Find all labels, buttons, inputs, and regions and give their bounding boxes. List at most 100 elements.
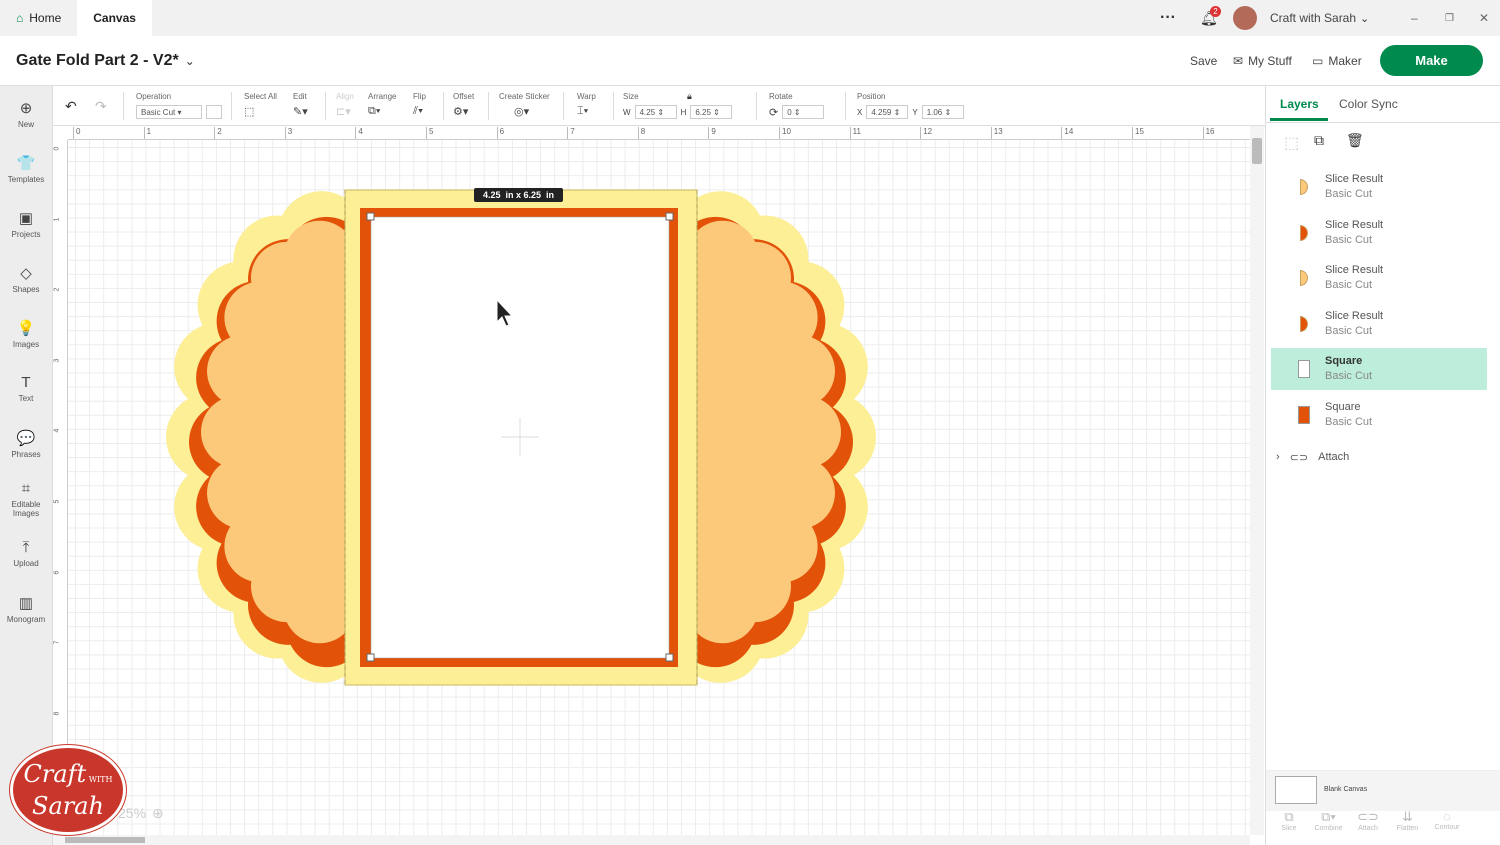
combine-button[interactable]: ⧉▾ Combine xyxy=(1309,809,1349,832)
ruler-tick-label: 13 xyxy=(990,127,1003,139)
create-sticker-button[interactable]: ◎▾ xyxy=(499,105,550,118)
flatten-button[interactable]: ⇊ Flatten xyxy=(1388,809,1428,832)
sidebar-item-new[interactable]: ⊕ New xyxy=(0,86,52,141)
create-sticker-label: Create Sticker xyxy=(499,92,550,101)
slice-button[interactable]: ⧉ Slice xyxy=(1269,809,1309,832)
save-button[interactable]: Save xyxy=(1190,54,1217,68)
sidebar-item-monogram[interactable]: ▥ Monogram xyxy=(0,581,52,636)
warp-button[interactable]: ⌶▾ xyxy=(577,105,596,118)
sidebar-item-text[interactable]: T Text xyxy=(0,361,52,416)
chevron-down-icon[interactable]: ⌄ xyxy=(1360,12,1369,25)
horizontal-scrollbar[interactable] xyxy=(53,835,1250,845)
ruler-tick-label: 15 xyxy=(1132,127,1144,139)
align-icon: ⊏▾ xyxy=(336,106,351,118)
position-label: Position xyxy=(857,92,886,101)
sidebar-item-images[interactable]: 💡 Images xyxy=(0,306,52,361)
attach-group[interactable]: › ⊂⊃ Attach xyxy=(1276,451,1349,464)
minimize-icon[interactable]: – xyxy=(1411,11,1418,25)
panel-bottom-tools: Blank Canvas ⧉ Slice ⧉▾ Combine ⊂⊃ Attach ⇊ Fla… xyxy=(1266,770,1500,845)
layer-item[interactable]: Slice Result Basic Cut xyxy=(1271,166,1487,208)
duplicate-icon[interactable]: ⧉ xyxy=(1314,132,1324,149)
avatar[interactable] xyxy=(1233,6,1257,30)
sidebar-item-shapes[interactable]: ◇ Shapes xyxy=(0,251,52,306)
arrange-button[interactable]: ⧉▾ xyxy=(368,105,396,118)
ruler-tick-label: 8 xyxy=(637,127,645,139)
my-stuff-button[interactable]: ✉ My Stuff xyxy=(1233,54,1292,68)
offset-label: Offset xyxy=(453,92,475,101)
operation-select[interactable]: Basic Cut ▾ xyxy=(136,105,202,119)
project-title[interactable]: Gate Fold Part 2 - V2* xyxy=(16,52,179,70)
edit-button[interactable]: ✎▾ xyxy=(293,105,308,118)
lock-icon[interactable]: 🔒︎ xyxy=(687,91,692,102)
layer-item[interactable]: Square Basic Cut xyxy=(1271,348,1487,390)
sidebar-item-templates[interactable]: 👕 Templates xyxy=(0,141,52,196)
flip-button[interactable]: ⫽▾ xyxy=(413,105,426,118)
resize-handle xyxy=(665,212,674,221)
pencil-icon: ✎▾ xyxy=(293,106,308,118)
align-button[interactable]: ⊏▾ xyxy=(336,105,354,118)
more-icon[interactable]: ··· xyxy=(1160,9,1176,27)
group-icon[interactable]: ⬚ xyxy=(1284,133,1299,153)
ruler-tick-label: 5 xyxy=(426,127,433,139)
craft-with-sarah-logo: Craft WITH Sarah xyxy=(10,745,126,835)
design-artwork[interactable] xyxy=(68,140,1250,835)
scroll-thumb[interactable] xyxy=(65,837,145,843)
ruler-tick-label: 16 xyxy=(1202,127,1215,139)
maker-button[interactable]: ▭ Maker xyxy=(1312,54,1362,68)
contour-button[interactable]: ◌ Contour xyxy=(1427,809,1467,831)
ruler-tick-label: 12 xyxy=(920,127,932,139)
monogram-icon: ▥ xyxy=(18,594,34,612)
slice-icon: ⧉ xyxy=(1284,809,1294,824)
sidebar-item-phrases[interactable]: 💬 Phrases xyxy=(0,416,52,471)
y-input[interactable]: 1.06 ⇕ xyxy=(921,105,964,119)
new-icon: ⊕ xyxy=(19,99,33,117)
delete-icon[interactable]: 🗑︎ xyxy=(1346,132,1364,149)
layer-item[interactable]: Slice Result Basic Cut xyxy=(1271,212,1487,254)
tab-home[interactable]: ⌂ Home xyxy=(0,0,77,36)
color-swatch[interactable] xyxy=(206,105,222,119)
user-name[interactable]: Craft with Sarah xyxy=(1270,11,1356,25)
chevron-down-icon[interactable]: ⌄ xyxy=(185,54,195,68)
layer-item[interactable]: Slice Result Basic Cut xyxy=(1271,257,1487,299)
close-icon[interactable]: ✕ xyxy=(1479,11,1489,25)
maximize-icon[interactable]: ❐ xyxy=(1445,13,1454,24)
notification-badge: 2 xyxy=(1210,6,1221,17)
offset-button[interactable]: ⚙▾ xyxy=(453,105,474,118)
make-button[interactable]: Make xyxy=(1380,45,1483,76)
attach-icon: ⊂⊃ xyxy=(1357,809,1379,824)
sidebar-item-upload[interactable]: ⤒ Upload xyxy=(0,526,52,581)
design-canvas[interactable]: 4.25 in x 6.25 in 25% ⊕ xyxy=(68,140,1250,835)
width-input[interactable]: 4.25 ⇕ xyxy=(634,105,677,119)
select-all-button[interactable]: ⬚ xyxy=(244,105,277,118)
layer-item[interactable]: Square Basic Cut xyxy=(1271,394,1487,436)
sidebar-item-projects[interactable]: ▣ Projects xyxy=(0,196,52,251)
attach-button[interactable]: ⊂⊃ Attach xyxy=(1348,809,1388,832)
ruler-tick-label: 11 xyxy=(849,127,861,139)
canvas-swatch[interactable] xyxy=(1275,776,1317,804)
undo-icon[interactable]: ↶ xyxy=(65,98,77,115)
zoom-in-icon[interactable]: ⊕ xyxy=(152,805,164,822)
tab-color-sync[interactable]: Color Sync xyxy=(1339,97,1398,111)
templates-icon: 👕 xyxy=(16,154,36,172)
edit-toolbar: ↶ ↷ Operation Basic Cut ▾ Select All ⬚ Edi… xyxy=(53,86,1265,126)
vertical-scrollbar[interactable] xyxy=(1250,126,1264,835)
half-circle-thumbnail-icon xyxy=(1293,315,1315,332)
ruler-tick-label: 2 xyxy=(53,287,61,292)
rotate-input[interactable]: 0 ⇕ xyxy=(782,105,825,119)
sidebar-item-editable-images[interactable]: ⌗ Editable Images xyxy=(0,471,52,526)
scroll-thumb[interactable] xyxy=(1252,138,1262,164)
redo-icon[interactable]: ↷ xyxy=(95,98,107,115)
top-bar: ⌂ Home Canvas ··· 🔔︎ 2 Craft with Sarah ⌄… xyxy=(0,0,1500,36)
half-circle-thumbnail-icon xyxy=(1293,179,1315,195)
shapes-icon: ◇ xyxy=(20,264,32,282)
blank-canvas-row[interactable]: Blank Canvas xyxy=(1266,771,1500,811)
resize-handle xyxy=(366,212,375,221)
tab-canvas[interactable]: Canvas xyxy=(77,0,152,36)
x-input[interactable]: 4.259 ⇕ xyxy=(866,105,909,119)
ruler-tick-label: 0 xyxy=(53,146,61,151)
zoom-level[interactable]: 25% ⊕ xyxy=(118,805,164,822)
tab-layers[interactable]: Layers xyxy=(1280,97,1319,111)
height-input[interactable]: 6.25 ⇕ xyxy=(690,105,733,119)
chevron-right-icon[interactable]: › xyxy=(1276,451,1280,464)
layer-item[interactable]: Slice Result Basic Cut xyxy=(1271,303,1487,345)
